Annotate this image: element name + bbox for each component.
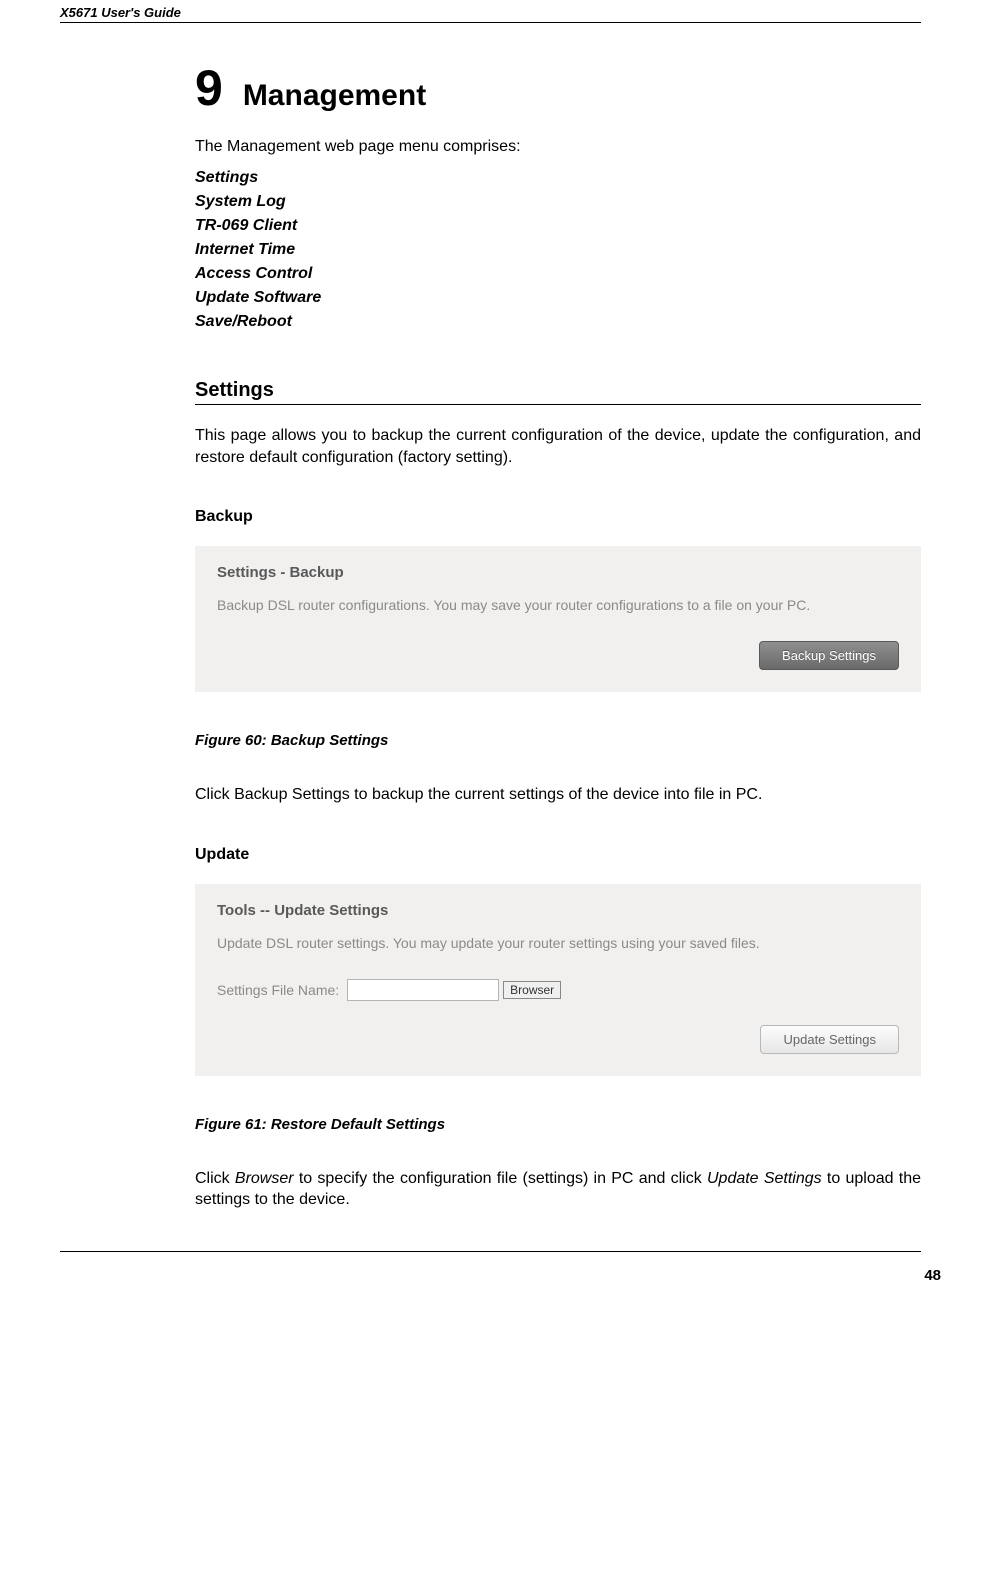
menu-item-settings: Settings	[195, 166, 921, 190]
menu-item-internet-time: Internet Time	[195, 238, 921, 262]
update-settings-button[interactable]: Update Settings	[760, 1025, 899, 1054]
settings-body: This page allows you to backup the curre…	[195, 425, 921, 468]
page-number: 48	[924, 1267, 941, 1284]
sub-heading-update: Update	[195, 846, 921, 864]
sub-heading-backup: Backup	[195, 508, 921, 526]
ss-backup-title: Settings - Backup	[217, 564, 899, 581]
header-guide: X5671 User's Guide	[60, 5, 921, 20]
update-after-i1: Browser	[235, 1170, 294, 1187]
figure-caption-update: Figure 61: Restore Default Settings	[195, 1116, 921, 1133]
menu-item-update-software: Update Software	[195, 286, 921, 310]
menu-list: Settings System Log TR-069 Client Intern…	[195, 166, 921, 334]
ss-update-text: Update DSL router settings. You may upda…	[217, 935, 899, 951]
menu-item-save-reboot: Save/Reboot	[195, 310, 921, 334]
footer-rule	[60, 1251, 921, 1252]
chapter-text: Management	[243, 79, 426, 113]
ss-update-label: Settings File Name:	[217, 982, 339, 998]
header-rule	[60, 22, 921, 23]
backup-after-text: Click Backup Settings to backup the curr…	[195, 784, 921, 806]
settings-file-input[interactable]	[347, 979, 499, 1001]
chapter-number: 9	[195, 63, 223, 113]
update-after-1: Click	[195, 1170, 235, 1187]
update-after-text: Click Browser to specify the configurati…	[195, 1168, 921, 1211]
section-heading-settings: Settings	[195, 379, 921, 405]
update-after-i2: Update Settings	[707, 1170, 822, 1187]
update-after-2: to specify the configuration file (setti…	[294, 1170, 707, 1187]
chapter-title: 9 Management	[195, 63, 921, 113]
ss-update-title: Tools -- Update Settings	[217, 902, 899, 919]
ss-backup-text: Backup DSL router configurations. You ma…	[217, 597, 899, 613]
figure-caption-backup: Figure 60: Backup Settings	[195, 732, 921, 749]
screenshot-backup: Settings - Backup Backup DSL router conf…	[195, 546, 921, 692]
menu-item-access-control: Access Control	[195, 262, 921, 286]
screenshot-update: Tools -- Update Settings Update DSL rout…	[195, 884, 921, 1076]
menu-item-system-log: System Log	[195, 190, 921, 214]
backup-settings-button[interactable]: Backup Settings	[759, 641, 899, 670]
menu-item-tr069: TR-069 Client	[195, 214, 921, 238]
intro-text: The Management web page menu comprises:	[195, 138, 921, 156]
browser-button[interactable]: Browser	[503, 981, 561, 999]
